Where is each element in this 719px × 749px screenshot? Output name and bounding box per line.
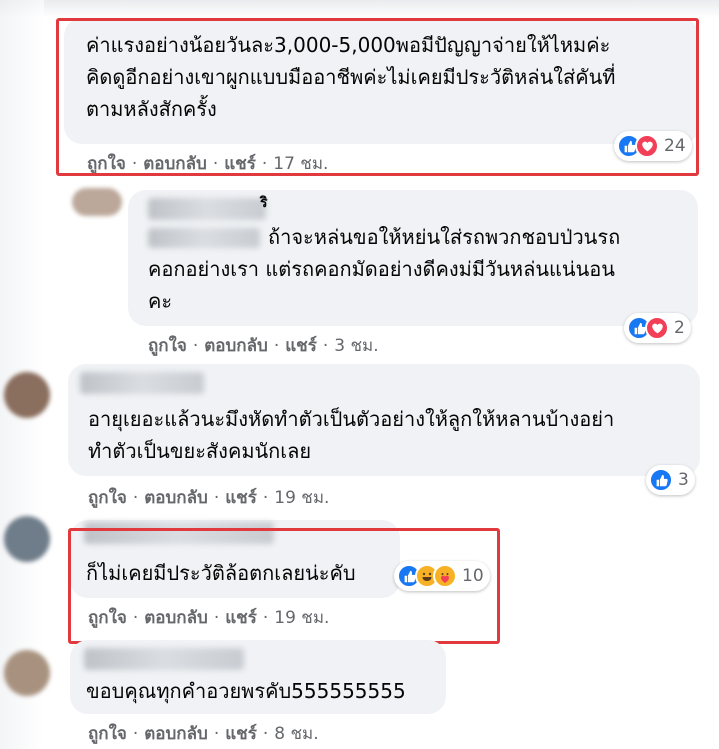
comment-timestamp[interactable]: 3 ชม. bbox=[334, 336, 378, 356]
comment-bubble: อายุเยอะแล้วนะมึงหัดทำตัวเป็นตัวอย่างให้… bbox=[68, 364, 700, 476]
author-name-blurred bbox=[80, 372, 204, 394]
reaction-summary[interactable]: 3 bbox=[646, 465, 695, 495]
top-edge bbox=[0, 0, 719, 18]
author-name-blurred bbox=[148, 198, 266, 220]
like-button[interactable]: ถูกใจ bbox=[148, 336, 187, 356]
highlight-box bbox=[68, 528, 500, 644]
reaction-count: 3 bbox=[678, 470, 689, 490]
comment-text-line: คะ bbox=[148, 289, 173, 313]
like-button[interactable]: ถูกใจ bbox=[88, 724, 127, 744]
reaction-count: 2 bbox=[674, 318, 685, 338]
comment-text-line: ขอบคุณทุกคำอวยพรคับ555555555 bbox=[86, 679, 406, 703]
avatar[interactable] bbox=[4, 650, 50, 696]
comment-actions: ถูกใจ · ตอบกลับ · แชร์ · 8 ชม. bbox=[88, 724, 319, 744]
comment-actions: ถูกใจ · ตอบกลับ · แชร์ · 19 ชม. bbox=[88, 488, 330, 508]
avatar[interactable] bbox=[4, 372, 50, 418]
comment-text-line: ทำตัวเป็นขยะสังคมนักเลย bbox=[88, 439, 312, 463]
tagged-name-blurred bbox=[148, 228, 260, 248]
comment-actions: ถูกใจ · ตอบกลับ · แชร์ · 3 ชม. bbox=[148, 336, 379, 356]
comment-text-line: อายุเยอะแล้วนะมึงหัดทำตัวเป็นตัวอย่างให้… bbox=[88, 407, 615, 431]
avatar[interactable] bbox=[72, 188, 122, 216]
love-icon bbox=[645, 316, 669, 340]
comment-bubble: ริ ถ้าจะหล่นขอให้หย่นใส่รถพวกชอบป่วนรถ ค… bbox=[128, 190, 698, 326]
share-button[interactable]: แชร์ bbox=[225, 724, 257, 744]
reply-button[interactable]: ตอบกลับ bbox=[144, 724, 208, 744]
share-button[interactable]: แชร์ bbox=[285, 336, 317, 356]
comment-bubble: ขอบคุณทุกคำอวยพรคับ555555555 bbox=[70, 640, 446, 714]
reply-button[interactable]: ตอบกลับ bbox=[204, 336, 268, 356]
highlight-box bbox=[56, 18, 699, 176]
comment-text-line: ถ้าจะหล่นขอให้หย่นใส่รถพวกชอบป่วนรถ bbox=[268, 225, 621, 249]
reaction-summary[interactable]: 2 bbox=[624, 313, 691, 343]
author-name-fragment: ริ bbox=[260, 195, 268, 211]
like-icon bbox=[649, 468, 673, 492]
comment-text-line: คอกอย่างเรา แต่รถคอกมัดอย่างดีคงม่มีวันห… bbox=[148, 257, 615, 281]
author-name-blurred bbox=[84, 648, 244, 670]
like-button[interactable]: ถูกใจ bbox=[88, 488, 127, 508]
reply-button[interactable]: ตอบกลับ bbox=[144, 488, 208, 508]
avatar[interactable] bbox=[4, 516, 50, 562]
comment-timestamp[interactable]: 19 ชม. bbox=[274, 488, 329, 508]
share-button[interactable]: แชร์ bbox=[225, 488, 257, 508]
comment-timestamp[interactable]: 8 ชม. bbox=[274, 724, 318, 744]
